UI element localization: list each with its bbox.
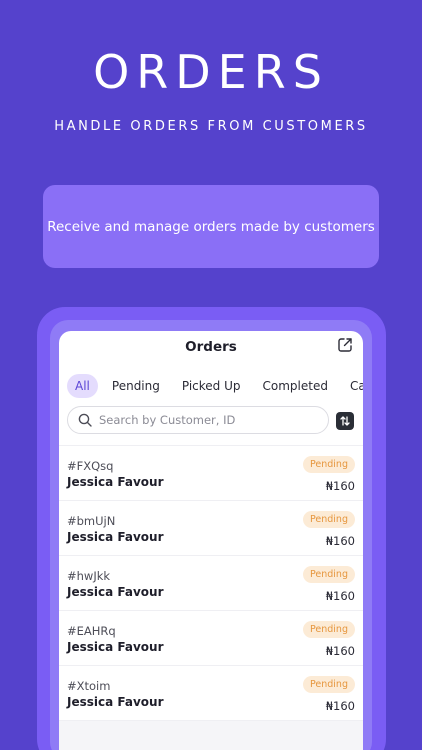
tab-picked-up[interactable]: Picked Up [174,374,249,398]
list-footer [59,721,363,750]
status-badge: Pending [303,456,355,473]
customer-name: Jessica Favour [67,475,164,489]
hero-title: ORDERS [93,45,329,99]
order-id: #bmUjN [67,514,116,528]
status-badge: Pending [303,511,355,528]
tab-pending[interactable]: Pending [104,374,168,398]
customer-name: Jessica Favour [67,640,164,654]
search-bar[interactable] [67,406,329,434]
order-row[interactable]: #FXQsq Jessica Favour Pending ₦160 [59,446,363,501]
order-id: #hwJkk [67,569,111,583]
status-badge: Pending [303,621,355,638]
order-amount: ₦160 [325,699,355,713]
order-id: #Xtoim [67,679,111,693]
screen-header: Orders [59,331,363,363]
sort-icon [340,416,350,426]
tab-cancelled[interactable]: Ca [342,374,363,398]
order-row[interactable]: #Xtoim Jessica Favour Pending ₦160 [59,666,363,721]
order-amount: ₦160 [325,534,355,548]
order-amount: ₦160 [325,479,355,493]
status-badge: Pending [303,566,355,583]
sort-button[interactable] [336,412,354,430]
status-tabs: All Pending Picked Up Completed Ca [67,374,363,398]
order-id: #EAHRq [67,624,116,638]
feature-banner: Receive and manage orders made by custom… [43,185,379,268]
order-amount: ₦160 [325,589,355,603]
orders-screen: Orders All Pending Picked Up Completed C… [59,331,363,750]
tab-all[interactable]: All [67,374,98,398]
order-id: #FXQsq [67,459,114,473]
customer-name: Jessica Favour [67,695,164,709]
tab-completed[interactable]: Completed [255,374,336,398]
hero-subtitle: HANDLE ORDERS FROM CUSTOMERS [54,119,368,134]
search-icon [78,413,92,427]
customer-name: Jessica Favour [67,530,164,544]
order-amount: ₦160 [325,644,355,658]
customer-name: Jessica Favour [67,585,164,599]
page-title: Orders [185,339,237,355]
export-button[interactable] [335,335,355,355]
orders-list: #FXQsq Jessica Favour Pending ₦160 #bmUj… [59,445,363,750]
order-row[interactable]: #EAHRq Jessica Favour Pending ₦160 [59,611,363,666]
status-badge: Pending [303,676,355,693]
export-icon [338,338,352,352]
search-input[interactable] [99,413,319,427]
banner-text: Receive and manage orders made by custom… [47,218,375,235]
order-row[interactable]: #bmUjN Jessica Favour Pending ₦160 [59,501,363,556]
order-row[interactable]: #hwJkk Jessica Favour Pending ₦160 [59,556,363,611]
